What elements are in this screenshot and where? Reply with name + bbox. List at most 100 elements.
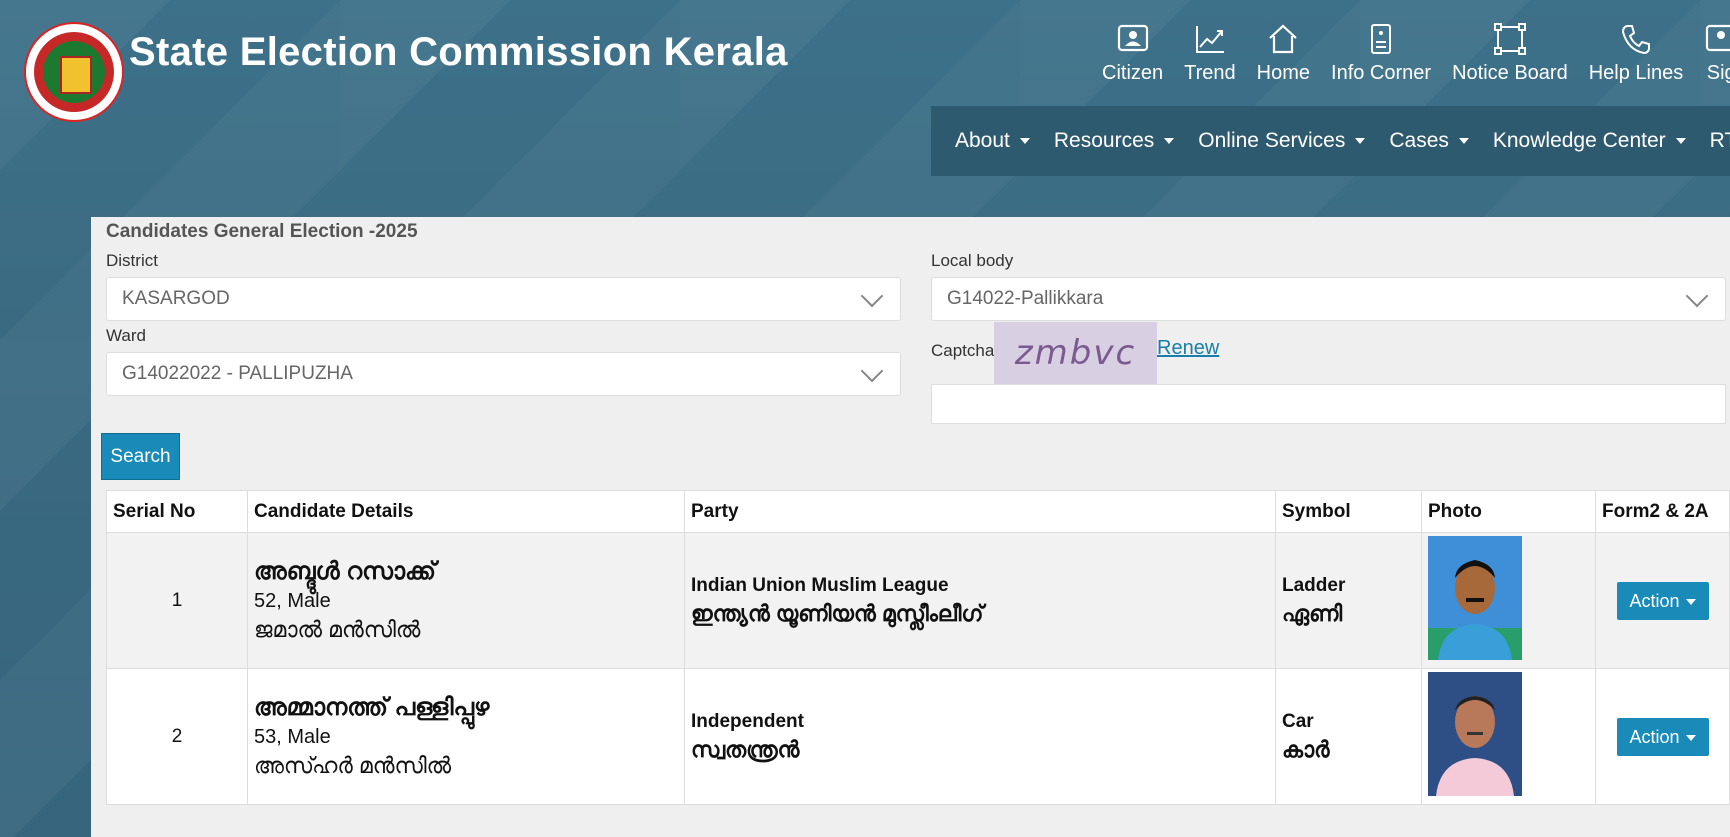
commission-logo[interactable] — [24, 22, 124, 122]
person-card-icon — [1117, 24, 1148, 52]
menu-knowledge-center[interactable]: Knowledge Center — [1493, 129, 1686, 153]
menu-rti[interactable]: RTI — [1710, 129, 1730, 153]
candidates-table: Serial No Candidate Details Party Symbol… — [106, 490, 1730, 805]
col-form: Form2 & 2A — [1595, 490, 1730, 533]
phone-icon — [1621, 25, 1650, 55]
col-candidate: Candidate Details — [247, 490, 685, 533]
col-serial: Serial No — [106, 490, 248, 533]
topnav-label: Info Corner — [1331, 62, 1432, 84]
menu-label: RTI — [1709, 129, 1730, 152]
info-document-icon — [1371, 24, 1392, 54]
candidate-age-gender: 52, Male — [254, 590, 331, 612]
photo-cell — [1421, 532, 1596, 669]
symbol-cell: Car കാർ — [1275, 668, 1422, 805]
topnav-citizen[interactable]: Citizen — [1102, 22, 1163, 97]
captcha-input[interactable] — [931, 384, 1726, 424]
topnav-label: Sig — [1706, 62, 1730, 84]
topnav-trend[interactable]: Trend — [1184, 22, 1236, 97]
localbody-select[interactable]: G14022-Pallikkara — [931, 277, 1726, 321]
party-name-en: Independent — [691, 710, 804, 732]
trend-chart-icon — [1195, 26, 1224, 53]
topnav-info-corner[interactable]: Info Corner — [1331, 22, 1431, 97]
form-cell: Action — [1595, 532, 1730, 669]
photo-cell — [1421, 668, 1596, 805]
captcha-image: zmbvc — [994, 322, 1157, 384]
candidate-search-panel: Candidates General Election -2025 Distri… — [91, 217, 1730, 837]
topnav-label: Help Lines — [1588, 62, 1684, 84]
action-dropdown-button[interactable]: Action — [1616, 581, 1709, 620]
serial-cell: 1 — [106, 532, 248, 669]
caret-down-icon — [1458, 138, 1469, 144]
action-label: Action — [1629, 726, 1680, 747]
captcha-renew-link[interactable]: Renew — [1157, 337, 1219, 360]
caret-down-icon — [1355, 138, 1366, 144]
menu-label: Knowledge Center — [1492, 129, 1666, 152]
signin-icon — [1706, 24, 1730, 52]
menu-label: About — [955, 129, 1010, 152]
candidate-photo — [1428, 535, 1522, 660]
candidate-photo — [1428, 671, 1522, 796]
serial-cell: 2 — [106, 668, 248, 805]
symbol-name-ml: കാർ — [1282, 736, 1330, 762]
chevron-down-icon — [860, 284, 884, 308]
menu-label: Cases — [1389, 129, 1449, 152]
topnav-label: Notice Board — [1452, 62, 1568, 84]
topnav-label: Citizen — [1102, 62, 1164, 84]
action-label: Action — [1629, 590, 1680, 611]
table-row: 1 അബ്ദുൾ റസാക്ക് 52, Male ജമാൽ മൻസിൽ Ind… — [106, 532, 1730, 669]
district-value: KASARGOD — [122, 288, 230, 309]
symbol-name-en: Car — [1282, 710, 1314, 732]
home-icon — [1269, 24, 1298, 54]
menu-resources[interactable]: Resources — [1053, 129, 1175, 153]
district-select[interactable]: KASARGOD — [106, 277, 901, 321]
caret-down-icon — [1164, 138, 1175, 144]
candidate-cell: അമ്മാനത്ത് പള്ളിപ്പുഴ 53, Male അസ്ഹർ മൻസ… — [247, 668, 685, 805]
captcha-label: Captcha — [931, 341, 995, 360]
col-symbol: Symbol — [1275, 490, 1422, 533]
topnav-signin[interactable]: Sig — [1704, 22, 1730, 97]
symbol-name-ml: ഏണി — [1282, 600, 1343, 626]
localbody-label: Local body — [931, 251, 1014, 270]
ward-select[interactable]: G14022022 - PALLIPUZHA — [106, 352, 901, 396]
top-nav: Citizen Trend Home Info Corner Notice Bo… — [1102, 22, 1730, 97]
ballot-box-icon — [60, 56, 92, 94]
party-name-en: Indian Union Muslim League — [691, 574, 949, 596]
notice-board-icon — [1493, 23, 1526, 55]
topnav-help-lines[interactable]: Help Lines — [1588, 22, 1684, 97]
col-photo: Photo — [1421, 490, 1596, 533]
form-cell: Action — [1595, 668, 1730, 805]
menu-online-services[interactable]: Online Services — [1198, 129, 1366, 153]
caret-down-icon — [1019, 138, 1030, 144]
candidate-house: ജമാൽ മൻസിൽ — [254, 617, 421, 642]
search-button[interactable]: Search — [101, 433, 180, 480]
candidate-name: അമ്മാനത്ത് പള്ളിപ്പുഴ — [254, 694, 490, 721]
chevron-down-icon — [860, 359, 884, 383]
ward-value: G14022022 - PALLIPUZHA — [122, 363, 353, 384]
party-name-ml: സ്വതന്ത്രൻ — [691, 736, 800, 762]
menu-label: Resources — [1053, 129, 1155, 152]
party-cell: Independent സ്വതന്ത്രൻ — [684, 668, 1276, 805]
menu-about[interactable]: About — [955, 129, 1030, 153]
site-brand-title[interactable]: State Election Commission Kerala — [129, 30, 788, 75]
party-cell: Indian Union Muslim League ഇന്ത്യൻ യൂണിയ… — [684, 532, 1276, 669]
candidate-house: അസ്ഹർ മൻസിൽ — [254, 753, 452, 778]
ward-label: Ward — [106, 326, 146, 345]
candidate-age-gender: 53, Male — [254, 726, 331, 748]
district-label: District — [106, 251, 158, 270]
topnav-label: Home — [1256, 62, 1311, 84]
caret-down-icon — [1675, 138, 1686, 144]
party-name-ml: ഇന്ത്യൻ യൂണിയൻ മുസ്ലീംലീഗ് — [691, 600, 984, 626]
localbody-value: G14022-Pallikkara — [947, 288, 1104, 309]
candidate-cell: അബ്ദുൾ റസാക്ക് 52, Male ജമാൽ മൻസിൽ — [247, 532, 685, 669]
menu-cases[interactable]: Cases — [1389, 129, 1469, 153]
action-dropdown-button[interactable]: Action — [1616, 717, 1709, 756]
symbol-cell: Ladder ഏണി — [1275, 532, 1422, 669]
caret-down-icon — [1685, 598, 1696, 605]
main-menu-bar: About Resources Online Services Cases Kn… — [931, 106, 1730, 176]
topnav-home[interactable]: Home — [1257, 22, 1310, 97]
table-row: 2 അമ്മാനത്ത് പള്ളിപ്പുഴ 53, Male അസ്ഹർ മ… — [106, 668, 1730, 805]
page-title: Candidates General Election -2025 — [106, 221, 418, 242]
topnav-notice-board[interactable]: Notice Board — [1452, 22, 1568, 97]
caret-down-icon — [1685, 734, 1696, 741]
symbol-name-en: Ladder — [1282, 574, 1346, 596]
